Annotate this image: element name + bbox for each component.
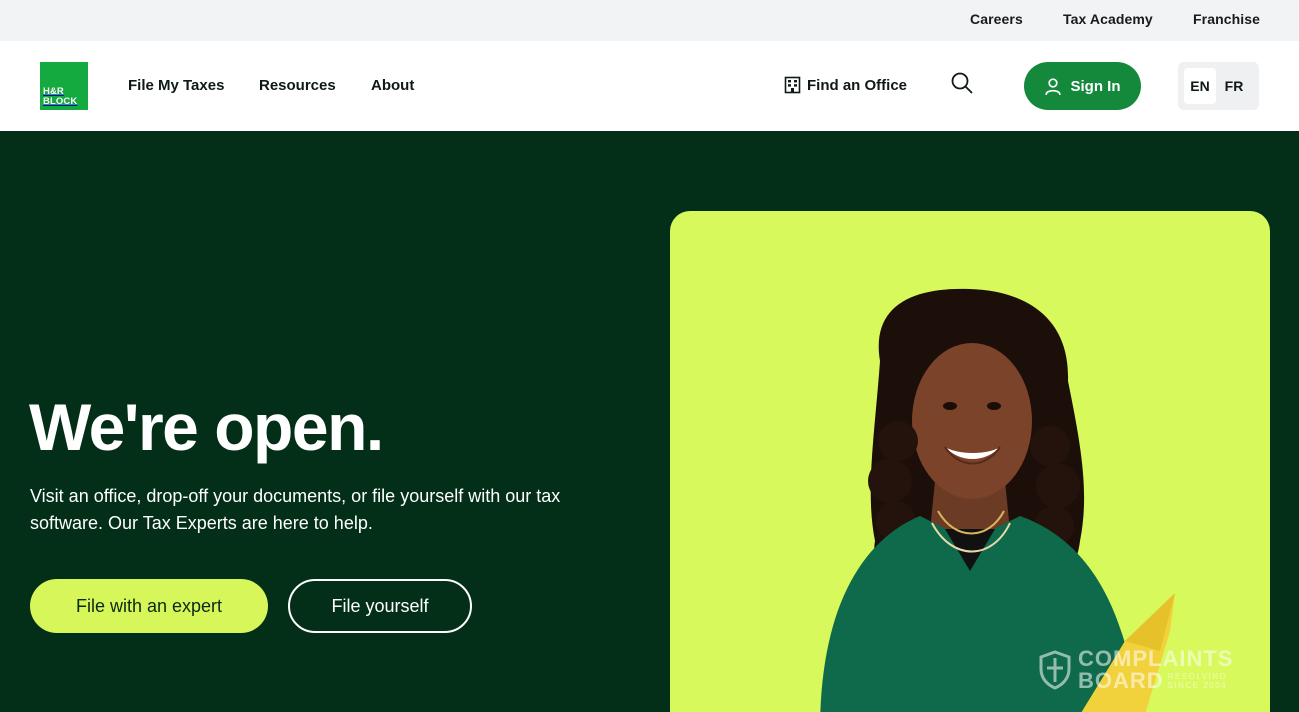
find-office-label: Find an Office (807, 76, 908, 94)
hero-photo-card (670, 211, 1270, 712)
watermark-line2: BOARD (1078, 668, 1164, 693)
watermark-tag2: SINCE 2004 (1167, 681, 1228, 690)
sign-in-button[interactable]: Sign In (1024, 62, 1141, 110)
file-with-expert-button[interactable]: File with an expert (30, 579, 268, 633)
shield-icon (1039, 650, 1071, 690)
search-icon (951, 72, 973, 94)
watermark-line1: COMPLAINTS (1078, 646, 1234, 671)
tax-academy-link[interactable]: Tax Academy (1063, 11, 1153, 27)
file-yourself-button[interactable]: File yourself (288, 579, 472, 633)
careers-link[interactable]: Careers (970, 11, 1023, 27)
complaints-board-watermark: COMPLAINTS BOARD RESOLVING SINCE 2004 (1038, 648, 1233, 692)
building-icon (784, 76, 801, 94)
hero-subtitle: Visit an office, drop-off your documents… (30, 486, 561, 533)
logo-line2: BLOCK (43, 96, 78, 107)
lang-fr-option[interactable]: FR (1218, 68, 1250, 104)
main-header: H&R BLOCK File My Taxes Resources About … (0, 41, 1299, 131)
franchise-link[interactable]: Franchise (1193, 11, 1260, 27)
nav-resources[interactable]: Resources (259, 77, 336, 94)
hero-section: We're open. Visit an office, drop-off yo… (0, 131, 1299, 712)
nav-file-my-taxes[interactable]: File My Taxes (128, 77, 224, 94)
hr-block-logo[interactable]: H&R BLOCK (40, 62, 88, 110)
lang-en-option[interactable]: EN (1184, 68, 1216, 104)
watermark-tag1: RESOLVING (1167, 672, 1228, 681)
sign-in-label: Sign In (1070, 77, 1121, 95)
nav-about[interactable]: About (371, 77, 414, 94)
watermark-text: COMPLAINTS BOARD RESOLVING SINCE 2004 (1078, 648, 1233, 692)
language-switcher: EN FR (1178, 62, 1259, 110)
tax-expert-photo (820, 288, 1175, 712)
find-office-link[interactable]: Find an Office (784, 76, 907, 94)
hero-title: We're open. (29, 390, 384, 464)
utility-bar: Careers Tax Academy Franchise (0, 0, 1299, 41)
search-button[interactable] (950, 71, 974, 95)
user-icon (1044, 77, 1061, 95)
